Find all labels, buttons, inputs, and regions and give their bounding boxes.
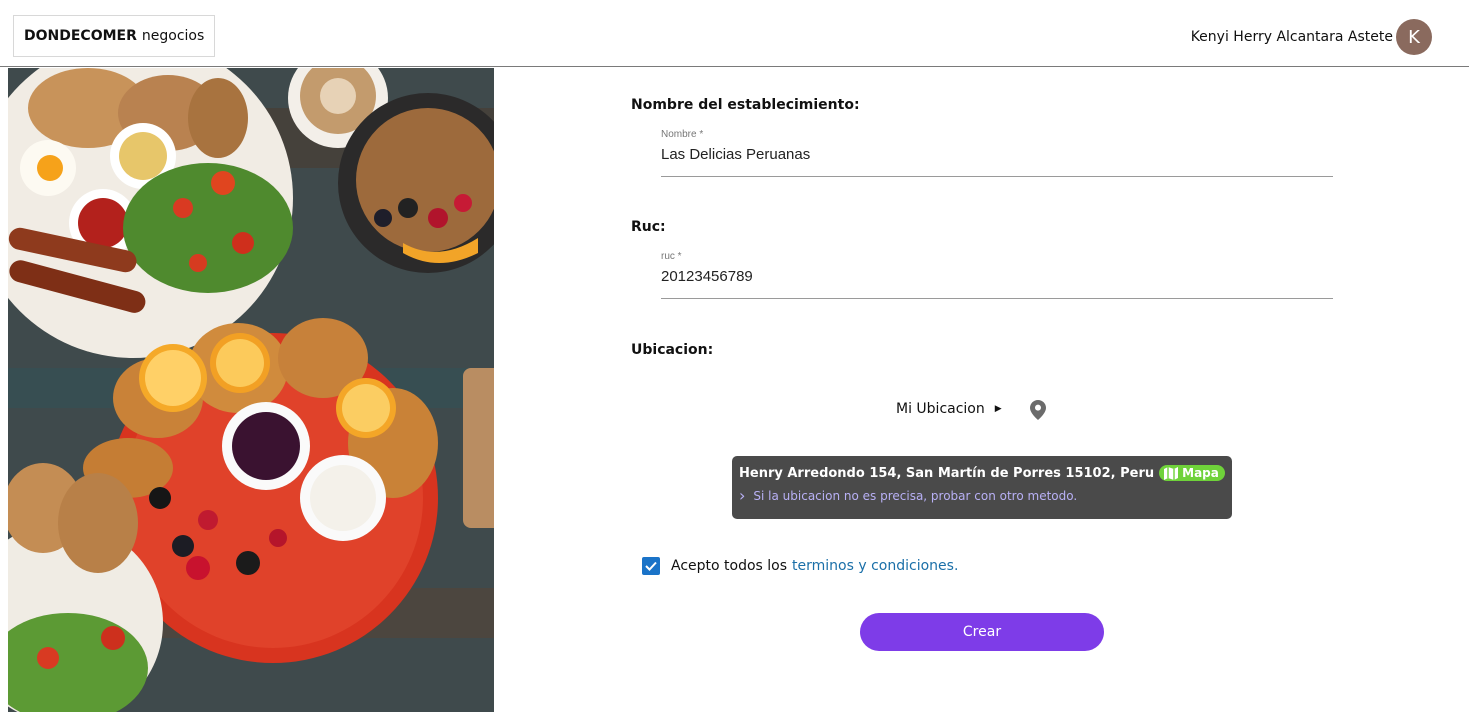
chevron-right-icon: › [739,486,746,505]
ruc-field-label: ruc * [661,251,682,262]
terms-text: Acepto todos los [671,558,788,574]
caret-right-icon: ▶ [994,404,1002,414]
user-name: Kenyi Herry Alcantara Astete [1190,29,1393,45]
terms-row: Acepto todos los terminos y condiciones. [642,556,958,576]
terms-link[interactable]: terminos y condiciones. [792,558,958,574]
food-illustration [8,68,494,712]
map-button[interactable]: Mapa [1159,465,1225,481]
location-result-card: Henry Arredondo 154, San Martín de Porre… [732,456,1232,519]
food-photo [8,68,494,712]
ruc-field[interactable]: ruc * [661,251,1333,299]
location-section-label: Ubicacion: [631,342,714,358]
ruc-input[interactable] [661,268,1333,285]
create-button[interactable]: Crear [860,613,1104,651]
brand-name: DONDECOMER [24,28,137,44]
alternative-method-link[interactable]: › Si la ubicacion no es precisa, probar … [739,486,1232,505]
my-location-label: Mi Ubicacion [896,401,985,417]
name-input[interactable] [661,146,1333,163]
user-menu[interactable]: Kenyi Herry Alcantara Astete K [1191,19,1432,55]
brand-logo[interactable]: DONDECOMER negocios [13,15,216,57]
name-field[interactable]: Nombre * [661,129,1333,177]
avatar[interactable]: K [1396,19,1432,55]
map-icon [1164,466,1179,480]
brand-suffix: negocios [141,28,205,44]
terms-checkbox[interactable] [642,557,660,575]
my-location-button[interactable]: Mi Ubicacion ▶ [896,396,1002,422]
address-text: Henry Arredondo 154, San Martín de Porre… [739,465,1155,481]
alternative-method-text: Si la ubicacion no es precisa, probar co… [753,488,1078,503]
top-bar: DONDECOMER negocios Kenyi Herry Alcantar… [0,0,1469,67]
map-label: Mapa [1182,466,1219,480]
name-field-label: Nombre * [661,129,704,140]
location-pin-icon[interactable] [1030,400,1046,420]
check-icon [645,561,657,571]
ruc-section-label: Ruc: [631,219,666,235]
address-line: Henry Arredondo 154, San Martín de Porre… [739,465,1232,481]
name-section-label: Nombre del establecimiento: [631,97,860,113]
